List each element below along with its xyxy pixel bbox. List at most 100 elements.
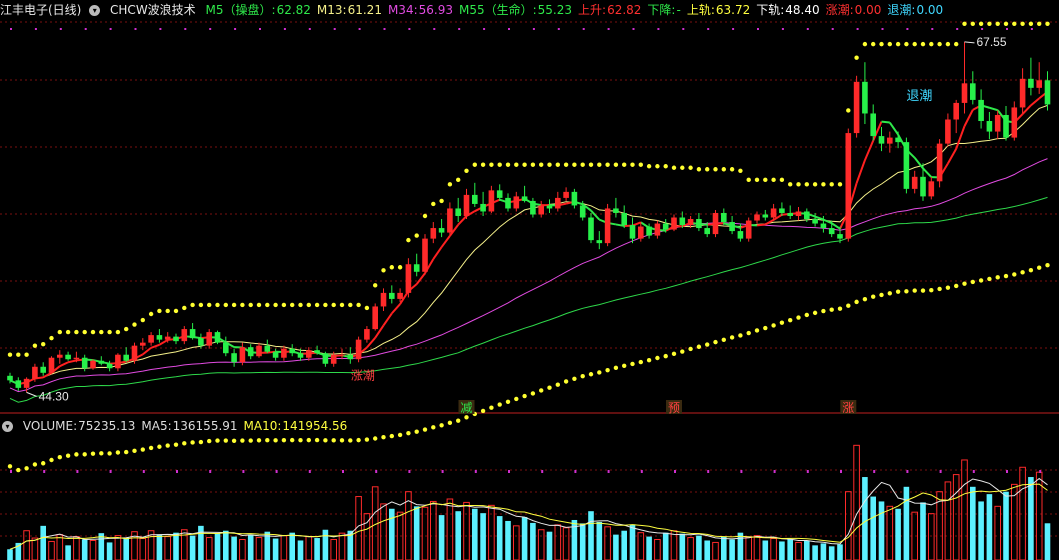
top-tick-dot	[607, 28, 610, 30]
candle-body	[189, 329, 196, 339]
lower-band-dot	[480, 408, 486, 414]
upper-band-dot	[572, 162, 577, 167]
volume-bar	[704, 540, 710, 560]
upper-band-dot	[314, 302, 320, 308]
m5-line-segment	[955, 125, 966, 150]
m5-line-segment	[989, 106, 998, 112]
top-tick-dot	[433, 28, 436, 30]
upper-band-dot	[920, 41, 926, 47]
upper-band-dot	[713, 167, 718, 172]
m5-line-segment	[59, 361, 69, 368]
top-tick-dot	[956, 28, 959, 30]
m5-line-segment	[382, 312, 393, 327]
high-price-pointer	[964, 41, 975, 44]
upper-band-dot	[356, 302, 361, 308]
volume-bar	[952, 474, 960, 560]
upper-band-dot	[248, 302, 253, 308]
lower-band-dot	[779, 320, 785, 325]
volume-bar	[621, 530, 627, 560]
candle-body	[231, 353, 237, 363]
volume-bar	[114, 535, 122, 560]
lower-band-dot	[32, 462, 38, 467]
lower-band-dot	[414, 429, 419, 434]
volume-bar	[862, 477, 868, 560]
volume-bar	[496, 516, 503, 560]
volume-tick-dot	[740, 470, 743, 473]
candle-body	[90, 360, 96, 369]
volume-bar	[579, 523, 586, 560]
m5-line-segment	[863, 140, 875, 161]
volume-bar	[338, 532, 346, 560]
upper-band-dot	[207, 302, 212, 308]
upper-band-dot	[99, 329, 104, 335]
volume-tick-dot	[574, 470, 577, 473]
upper-band-dot	[173, 308, 179, 314]
upper-band-dot	[1020, 21, 1025, 26]
volume-tick-dot	[1006, 470, 1008, 473]
lower-band-dot	[148, 445, 154, 451]
volume-bar	[820, 543, 827, 560]
lower-band-dot	[879, 292, 884, 298]
top-tick-dot	[682, 28, 685, 30]
lower-band-dot	[962, 281, 967, 286]
upper-band-dot	[862, 41, 868, 47]
volume-bar	[837, 544, 843, 560]
candle-body	[978, 99, 984, 122]
candle-body	[32, 366, 38, 379]
lower-band-dot	[630, 361, 635, 367]
volume-bar	[247, 534, 254, 560]
lower-band-dot	[837, 306, 843, 311]
candle-body	[339, 354, 345, 356]
volume-bar	[255, 537, 263, 560]
candle-body	[131, 345, 138, 361]
m5-line-segment	[881, 120, 890, 124]
lower-band-dot	[223, 438, 228, 443]
upper-band-dot	[57, 329, 62, 335]
lower-band-dot	[895, 289, 901, 294]
lower-band-dot	[663, 353, 668, 359]
top-tick-dot	[582, 28, 585, 30]
candlestick-chart[interactable]: 67.55 44.30 退潮涨潮减 预 涨	[0, 0, 1059, 560]
upper-band-dot	[231, 302, 237, 308]
upper-band-dot	[215, 302, 220, 308]
top-tick-dot	[134, 28, 137, 30]
volume-tick-dot	[308, 470, 311, 473]
candle-body	[364, 329, 370, 340]
candle-body	[745, 220, 752, 239]
candle-body	[1019, 78, 1026, 108]
volume-bar	[89, 539, 97, 560]
lower-band-dot	[389, 433, 394, 439]
candle-body	[7, 375, 13, 381]
candle-body	[198, 338, 204, 346]
lower-band-dot	[605, 367, 610, 373]
lower-band-dot	[290, 437, 295, 443]
volume-tick-dot	[707, 470, 710, 473]
volume-bar	[438, 515, 445, 560]
signal-marker: 预	[668, 401, 680, 415]
candle-body	[81, 357, 88, 369]
upper-band-dot	[41, 341, 46, 347]
lower-band-dot	[364, 437, 370, 442]
volume-bar	[513, 525, 520, 560]
candle-body	[413, 264, 420, 272]
upper-band-dot	[107, 329, 112, 335]
candle-body	[945, 119, 951, 144]
upper-band-dot	[555, 162, 560, 167]
volume-bar	[753, 535, 761, 560]
m5-line-segment	[415, 272, 426, 285]
top-tick-dot	[283, 28, 286, 30]
upper-band-dot	[978, 21, 984, 26]
candle-body	[65, 354, 71, 360]
volume-bar	[48, 540, 55, 560]
upper-band-dot	[447, 182, 453, 187]
volume-bar	[745, 537, 753, 560]
lower-band-dot	[16, 467, 21, 473]
upper-band-dot	[854, 55, 859, 60]
upper-band-dot	[148, 311, 154, 317]
top-tick-dot	[84, 28, 87, 30]
lower-band-dot	[90, 451, 96, 456]
volume-bar	[920, 502, 926, 560]
top-tick-dot	[408, 28, 411, 30]
lower-band-dot	[165, 443, 170, 448]
upper-band-dot	[746, 177, 751, 183]
